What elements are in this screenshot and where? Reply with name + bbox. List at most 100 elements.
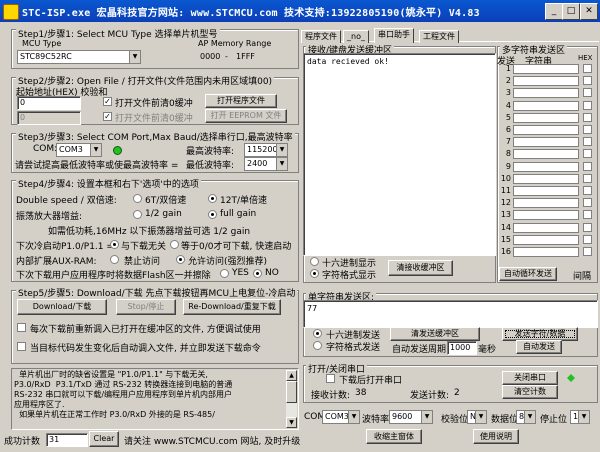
single-send-input[interactable]: 77 (303, 300, 598, 328)
multistring-row-hex-checkbox[interactable] (583, 88, 592, 98)
tab-project-file[interactable]: 工程文件 (419, 30, 459, 43)
max-baud-select[interactable]: 115200 ▼ (244, 143, 288, 157)
multistring-row-hex-checkbox[interactable] (583, 149, 592, 159)
multistring-row-hex-checkbox[interactable] (583, 100, 592, 110)
multistring-row-hex-checkbox[interactable] (583, 76, 592, 86)
clear-counts-button[interactable]: 清空计数 (502, 385, 558, 399)
multistring-row-input[interactable] (513, 64, 579, 74)
multistring-row-input[interactable] (513, 210, 579, 221)
download-button[interactable]: Download/下载 (17, 299, 107, 315)
multistring-row-input[interactable] (513, 125, 579, 135)
multistring-row-index[interactable]: 5 (497, 113, 511, 124)
multistring-row-input[interactable] (513, 88, 579, 99)
start-address-input[interactable]: 0 (17, 96, 81, 110)
multistring-row-input[interactable] (513, 198, 579, 209)
half-gain-radio[interactable] (133, 210, 142, 219)
period-input[interactable]: 1000 (447, 341, 477, 355)
send-data-button[interactable]: 发送字符/数据 (502, 327, 578, 341)
open-after-download-checkbox[interactable] (326, 374, 335, 383)
shrink-window-button[interactable]: 收缩主窗体 (366, 429, 422, 444)
multistring-row-hex-checkbox[interactable] (583, 222, 592, 232)
stop-button[interactable]: Stop/停止 (116, 299, 176, 315)
erase-no-radio[interactable] (253, 269, 262, 278)
speed-12t-radio[interactable] (208, 194, 217, 203)
open-eeprom-file-button[interactable]: 打开 EEPROM 文件 (205, 109, 287, 123)
hex-display-radio[interactable] (310, 257, 319, 266)
stop-bits-select[interactable]: 1 ▼ (570, 410, 590, 424)
multistring-row-input[interactable] (513, 100, 579, 111)
serial-com-select[interactable]: COM3 ▼ (322, 410, 360, 424)
multistring-row-hex-checkbox[interactable] (583, 137, 592, 147)
multistring-row-index[interactable]: 7 (497, 137, 511, 148)
multistring-row-hex-checkbox[interactable] (583, 247, 592, 256)
info-log-scrollbar[interactable]: ▲ ▼ (286, 370, 297, 428)
multistring-row-input[interactable] (513, 112, 579, 123)
close-button[interactable]: ✕ (580, 3, 598, 20)
scroll-thumb[interactable] (286, 381, 297, 403)
multistring-row-index[interactable]: 3 (497, 88, 511, 99)
multistring-row-index[interactable]: 4 (497, 101, 511, 112)
multistring-row-index[interactable]: 12 (497, 198, 511, 209)
reload-before-download-checkbox[interactable] (17, 323, 26, 332)
multistring-row-index[interactable]: 15 (497, 235, 511, 246)
redownload-button[interactable]: Re-Download/重复下载 (183, 299, 281, 315)
p10-unrelated-radio[interactable] (110, 240, 119, 249)
com-port-select[interactable]: COM3 ▼ (56, 143, 102, 157)
char-display-radio[interactable] (310, 269, 319, 278)
multistring-row-input[interactable] (513, 222, 579, 233)
clear-eeprom-buffer-checkbox[interactable]: ✓ (103, 112, 112, 121)
multistring-row-index[interactable]: 1 (497, 64, 511, 75)
scroll-down-icon[interactable]: ▼ (286, 417, 297, 428)
multistring-row-hex-checkbox[interactable] (583, 234, 592, 244)
receive-buffer[interactable]: data recieved ok! (303, 53, 496, 256)
baud-select[interactable]: 9600 ▼ (389, 410, 433, 424)
erase-yes-radio[interactable] (220, 269, 229, 278)
multistring-row-hex-checkbox[interactable] (583, 198, 592, 208)
help-button[interactable]: 使用说明 (473, 429, 519, 444)
multistring-row-input[interactable] (513, 186, 579, 196)
clear-count-button[interactable]: Clear (89, 431, 119, 447)
multistring-row-input[interactable] (513, 161, 579, 172)
auto-loop-send-button[interactable]: 自动循环发送 (499, 267, 557, 281)
tab-program-file[interactable]: 程序文件 (301, 30, 341, 43)
multistring-row-hex-checkbox[interactable] (583, 112, 592, 122)
multistring-row-input[interactable] (513, 76, 579, 87)
multistring-row-hex-checkbox[interactable] (583, 186, 592, 195)
multistring-row-hex-checkbox[interactable] (583, 210, 592, 220)
clear-send-button[interactable]: 清发送缓冲区 (390, 327, 480, 341)
scroll-up-icon[interactable]: ▲ (286, 370, 297, 381)
multistring-row-input[interactable] (513, 234, 579, 245)
speed-6t-radio[interactable] (133, 194, 142, 203)
tab-serial-assistant[interactable]: 串口助手 (374, 28, 414, 43)
multistring-row-hex-checkbox[interactable] (583, 173, 592, 183)
auto-reload-checkbox[interactable] (17, 342, 26, 351)
tab-no[interactable]: _no_ (343, 30, 369, 43)
multistring-row-index[interactable]: 14 (497, 223, 511, 234)
multistring-row-input[interactable] (513, 247, 579, 257)
parity-select[interactable]: N ▼ (467, 410, 487, 424)
aux-enable-radio[interactable] (176, 255, 185, 264)
minimize-button[interactable]: _ (545, 3, 563, 20)
multistring-row-index[interactable]: 11 (497, 186, 511, 197)
close-port-button[interactable]: 关闭串口 (502, 371, 558, 385)
multistring-row-hex-checkbox[interactable] (583, 64, 592, 73)
multistring-row-index[interactable]: 6 (497, 125, 511, 136)
multistring-row-input[interactable] (513, 137, 579, 148)
multistring-row-index[interactable]: 8 (497, 149, 511, 160)
multistring-row-hex-checkbox[interactable] (583, 125, 592, 134)
min-baud-select[interactable]: 2400 ▼ (244, 157, 288, 171)
full-gain-radio[interactable] (208, 210, 217, 219)
aux-disable-radio[interactable] (110, 255, 119, 264)
clear-buffer-checkbox[interactable]: ✓ (103, 97, 112, 106)
clear-receive-button[interactable]: 清接收缓冲区 (388, 260, 453, 276)
multistring-row-index[interactable]: 13 (497, 210, 511, 221)
multistring-row-input[interactable] (513, 149, 579, 160)
p10-zero-radio[interactable] (170, 240, 179, 249)
multistring-row-index[interactable]: 16 (497, 247, 511, 258)
multistring-row-hex-checkbox[interactable] (583, 161, 592, 171)
maximize-button[interactable]: □ (562, 3, 580, 20)
multistring-row-index[interactable]: 10 (497, 174, 511, 185)
mcu-type-select[interactable]: STC89C52RC ▼ (17, 50, 141, 64)
multistring-row-index[interactable]: 2 (497, 76, 511, 87)
hex-send-radio[interactable] (313, 329, 322, 338)
